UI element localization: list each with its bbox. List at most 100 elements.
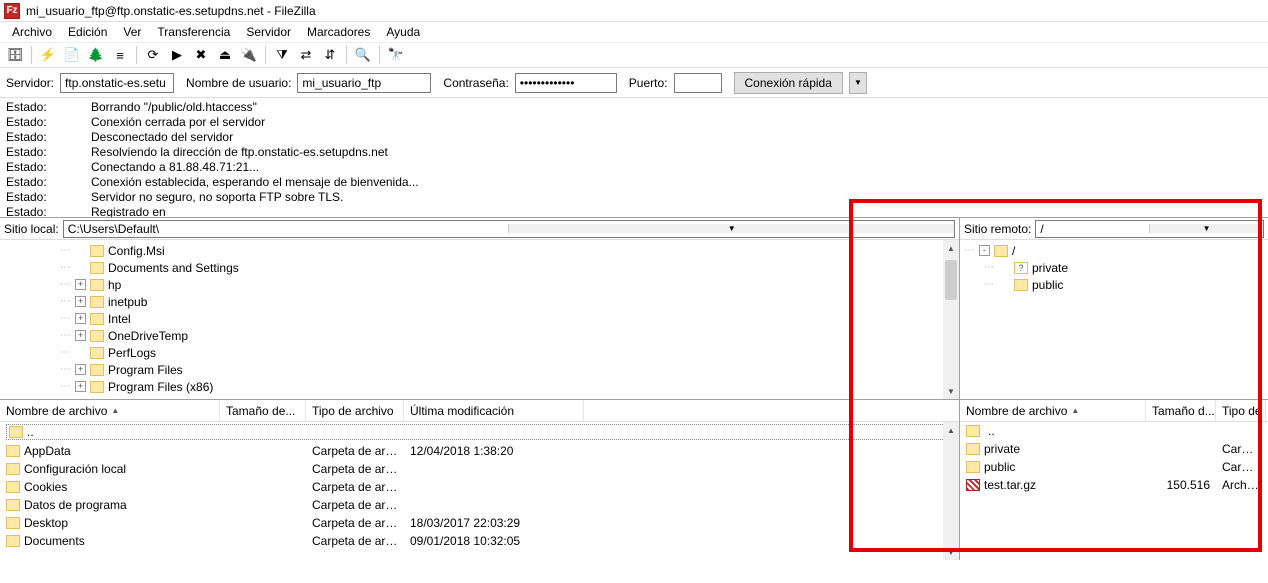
local-path-combo[interactable]: C:\Users\Default\ ▼ [63, 220, 955, 238]
expand-icon[interactable]: + [75, 330, 86, 341]
remote-tree[interactable]: ⋯-/⋯private⋯public [960, 240, 1268, 399]
menu-edición[interactable]: Edición [60, 23, 115, 41]
remote-filelist[interactable]: Nombre de archivoTamaño d...Tipo de ..pr… [960, 400, 1268, 560]
file-row[interactable]: publicCarpeta [960, 458, 1268, 476]
scroll-down-icon[interactable]: ▼ [943, 383, 959, 399]
expand-icon[interactable]: + [75, 296, 86, 307]
tree-node[interactable]: ⋯PerfLogs [0, 344, 959, 361]
toolbar-divider [379, 46, 380, 64]
column-header[interactable]: Tamaño de... [220, 400, 306, 421]
menu-ver[interactable]: Ver [115, 23, 149, 41]
file-row[interactable]: privateCarpeta [960, 440, 1268, 458]
compare-icon[interactable]: ⇄ [295, 44, 317, 66]
local-path-row: Sitio local: C:\Users\Default\ ▼ [0, 218, 959, 240]
pass-label: Contraseña: [443, 76, 508, 90]
file-cell: Carpeta de arc... [306, 444, 404, 458]
log-label: Estado: [6, 130, 91, 145]
cancel-icon[interactable]: ✖ [190, 44, 212, 66]
file-row[interactable]: test.tar.gz150.516Archivo [960, 476, 1268, 494]
scroll-down-icon[interactable]: ▼ [943, 544, 959, 560]
expand-icon[interactable]: + [75, 279, 86, 290]
disconnect-icon[interactable]: ⏏ [214, 44, 236, 66]
reconnect-icon[interactable]: 🔌 [238, 44, 260, 66]
column-header[interactable]: Nombre de archivo [0, 400, 220, 421]
tree-node[interactable]: ⋯Config.Msi [0, 242, 959, 259]
sync-browse-icon[interactable]: ⇵ [319, 44, 341, 66]
folder-icon [966, 443, 980, 455]
local-path-value: C:\Users\Default\ [64, 222, 509, 236]
port-input[interactable] [674, 73, 722, 93]
column-header[interactable]: Tipo de [1216, 400, 1266, 421]
scroll-up-icon[interactable]: ▲ [943, 240, 959, 256]
folder-icon [90, 347, 104, 359]
file-row[interactable]: Datos de programaCarpeta de arc... [0, 496, 959, 514]
unknown-folder-icon [1014, 262, 1028, 274]
server-input[interactable] [60, 73, 174, 93]
tree-node[interactable]: ⋯+Intel [0, 310, 959, 327]
column-header[interactable]: Nombre de archivo [960, 400, 1146, 421]
menu-archivo[interactable]: Archivo [4, 23, 60, 41]
menu-servidor[interactable]: Servidor [238, 23, 299, 41]
user-input[interactable] [297, 73, 431, 93]
scrollbar-vertical[interactable]: ▲ ▼ [943, 240, 959, 399]
folder-icon [966, 425, 980, 437]
tree-node[interactable]: ⋯+hp [0, 276, 959, 293]
remote-path-combo[interactable]: / ▼ [1035, 220, 1264, 238]
column-header[interactable]: Tamaño d... [1146, 400, 1216, 421]
tree-node[interactable]: ⋯+Program Files (x86) [0, 378, 959, 395]
menu-ayuda[interactable]: Ayuda [378, 23, 428, 41]
file-row[interactable]: DesktopCarpeta de arc...18/03/2017 22:03… [0, 514, 959, 532]
chevron-down-icon[interactable]: ▼ [1149, 224, 1263, 233]
chevron-down-icon[interactable]: ▼ [508, 224, 954, 233]
tree-node[interactable]: ⋯+inetpub [0, 293, 959, 310]
expand-icon[interactable]: + [75, 364, 86, 375]
quickconnect-button[interactable]: Conexión rápida [734, 72, 843, 94]
site-manager-icon[interactable]: 🗄 [4, 44, 26, 66]
local-tree[interactable]: ▲ ▼ ⋯Config.Msi⋯Documents and Settings⋯+… [0, 240, 959, 399]
process-queue-icon[interactable]: ▶ [166, 44, 188, 66]
search-icon[interactable]: 🔍 [352, 44, 374, 66]
file-row[interactable]: Configuración localCarpeta de arc... [0, 460, 959, 478]
menu-marcadores[interactable]: Marcadores [299, 23, 378, 41]
pass-input[interactable] [515, 73, 617, 93]
refresh-icon[interactable]: ⟳ [142, 44, 164, 66]
binoculars-icon[interactable]: 🔭 [385, 44, 407, 66]
log-toggle-icon[interactable]: 📄 [61, 44, 83, 66]
folder-icon [6, 517, 20, 529]
column-header[interactable]: Tipo de archivo [306, 400, 404, 421]
expand-icon[interactable]: + [75, 313, 86, 324]
parent-dir-row[interactable]: .. [960, 422, 1268, 440]
scrollbar-vertical[interactable]: ▲ ▼ [943, 422, 959, 560]
local-filelist[interactable]: Nombre de archivoTamaño de...Tipo de arc… [0, 400, 960, 560]
scroll-up-icon[interactable]: ▲ [943, 422, 959, 438]
file-row[interactable]: AppDataCarpeta de arc...12/04/2018 1:38:… [0, 442, 959, 460]
remote-panel: Sitio remoto: / ▼ ⋯-/⋯private⋯public [960, 218, 1268, 399]
file-cell: private [960, 442, 1146, 456]
tree-toggle-icon[interactable]: 🌲 [85, 44, 107, 66]
quickconnect-toggle-icon[interactable]: ⚡ [37, 44, 59, 66]
tree-node[interactable]: ⋯+OneDriveTemp [0, 327, 959, 344]
tree-node[interactable]: ⋯-/ [960, 242, 1268, 259]
log-message: Desconectado del servidor [91, 130, 233, 145]
tree-node[interactable]: ⋯Documents and Settings [0, 259, 959, 276]
collapse-icon[interactable]: - [979, 245, 990, 256]
filter-icon[interactable]: ⧩ [271, 44, 293, 66]
queue-toggle-icon[interactable]: ≡ [109, 44, 131, 66]
local-filelist-body[interactable]: .. AppDataCarpeta de arc...12/04/2018 1:3… [0, 422, 959, 560]
menu-transferencia[interactable]: Transferencia [149, 23, 238, 41]
file-row[interactable]: DocumentsCarpeta de arc...09/01/2018 10:… [0, 532, 959, 550]
tree-node[interactable]: ⋯private [960, 259, 1268, 276]
folder-icon [6, 499, 20, 511]
tree-connector: ⋯ [60, 330, 71, 341]
column-header[interactable]: Última modificación [404, 400, 584, 421]
remote-filelist-body[interactable]: ..privateCarpetapublicCarpetatest.tar.gz… [960, 422, 1268, 560]
tree-node[interactable]: ⋯+Program Files [0, 361, 959, 378]
file-row[interactable]: CookiesCarpeta de arc... [0, 478, 959, 496]
quickconnect-dropdown[interactable]: ▼ [849, 72, 867, 94]
expand-icon[interactable]: + [75, 381, 86, 392]
tree-node[interactable]: ⋯public [960, 276, 1268, 293]
parent-dir-row[interactable]: .. [6, 424, 953, 440]
log-line: Estado:Conexión establecida, esperando e… [6, 175, 1262, 190]
log-label: Estado: [6, 100, 91, 115]
scroll-thumb[interactable] [945, 260, 957, 300]
